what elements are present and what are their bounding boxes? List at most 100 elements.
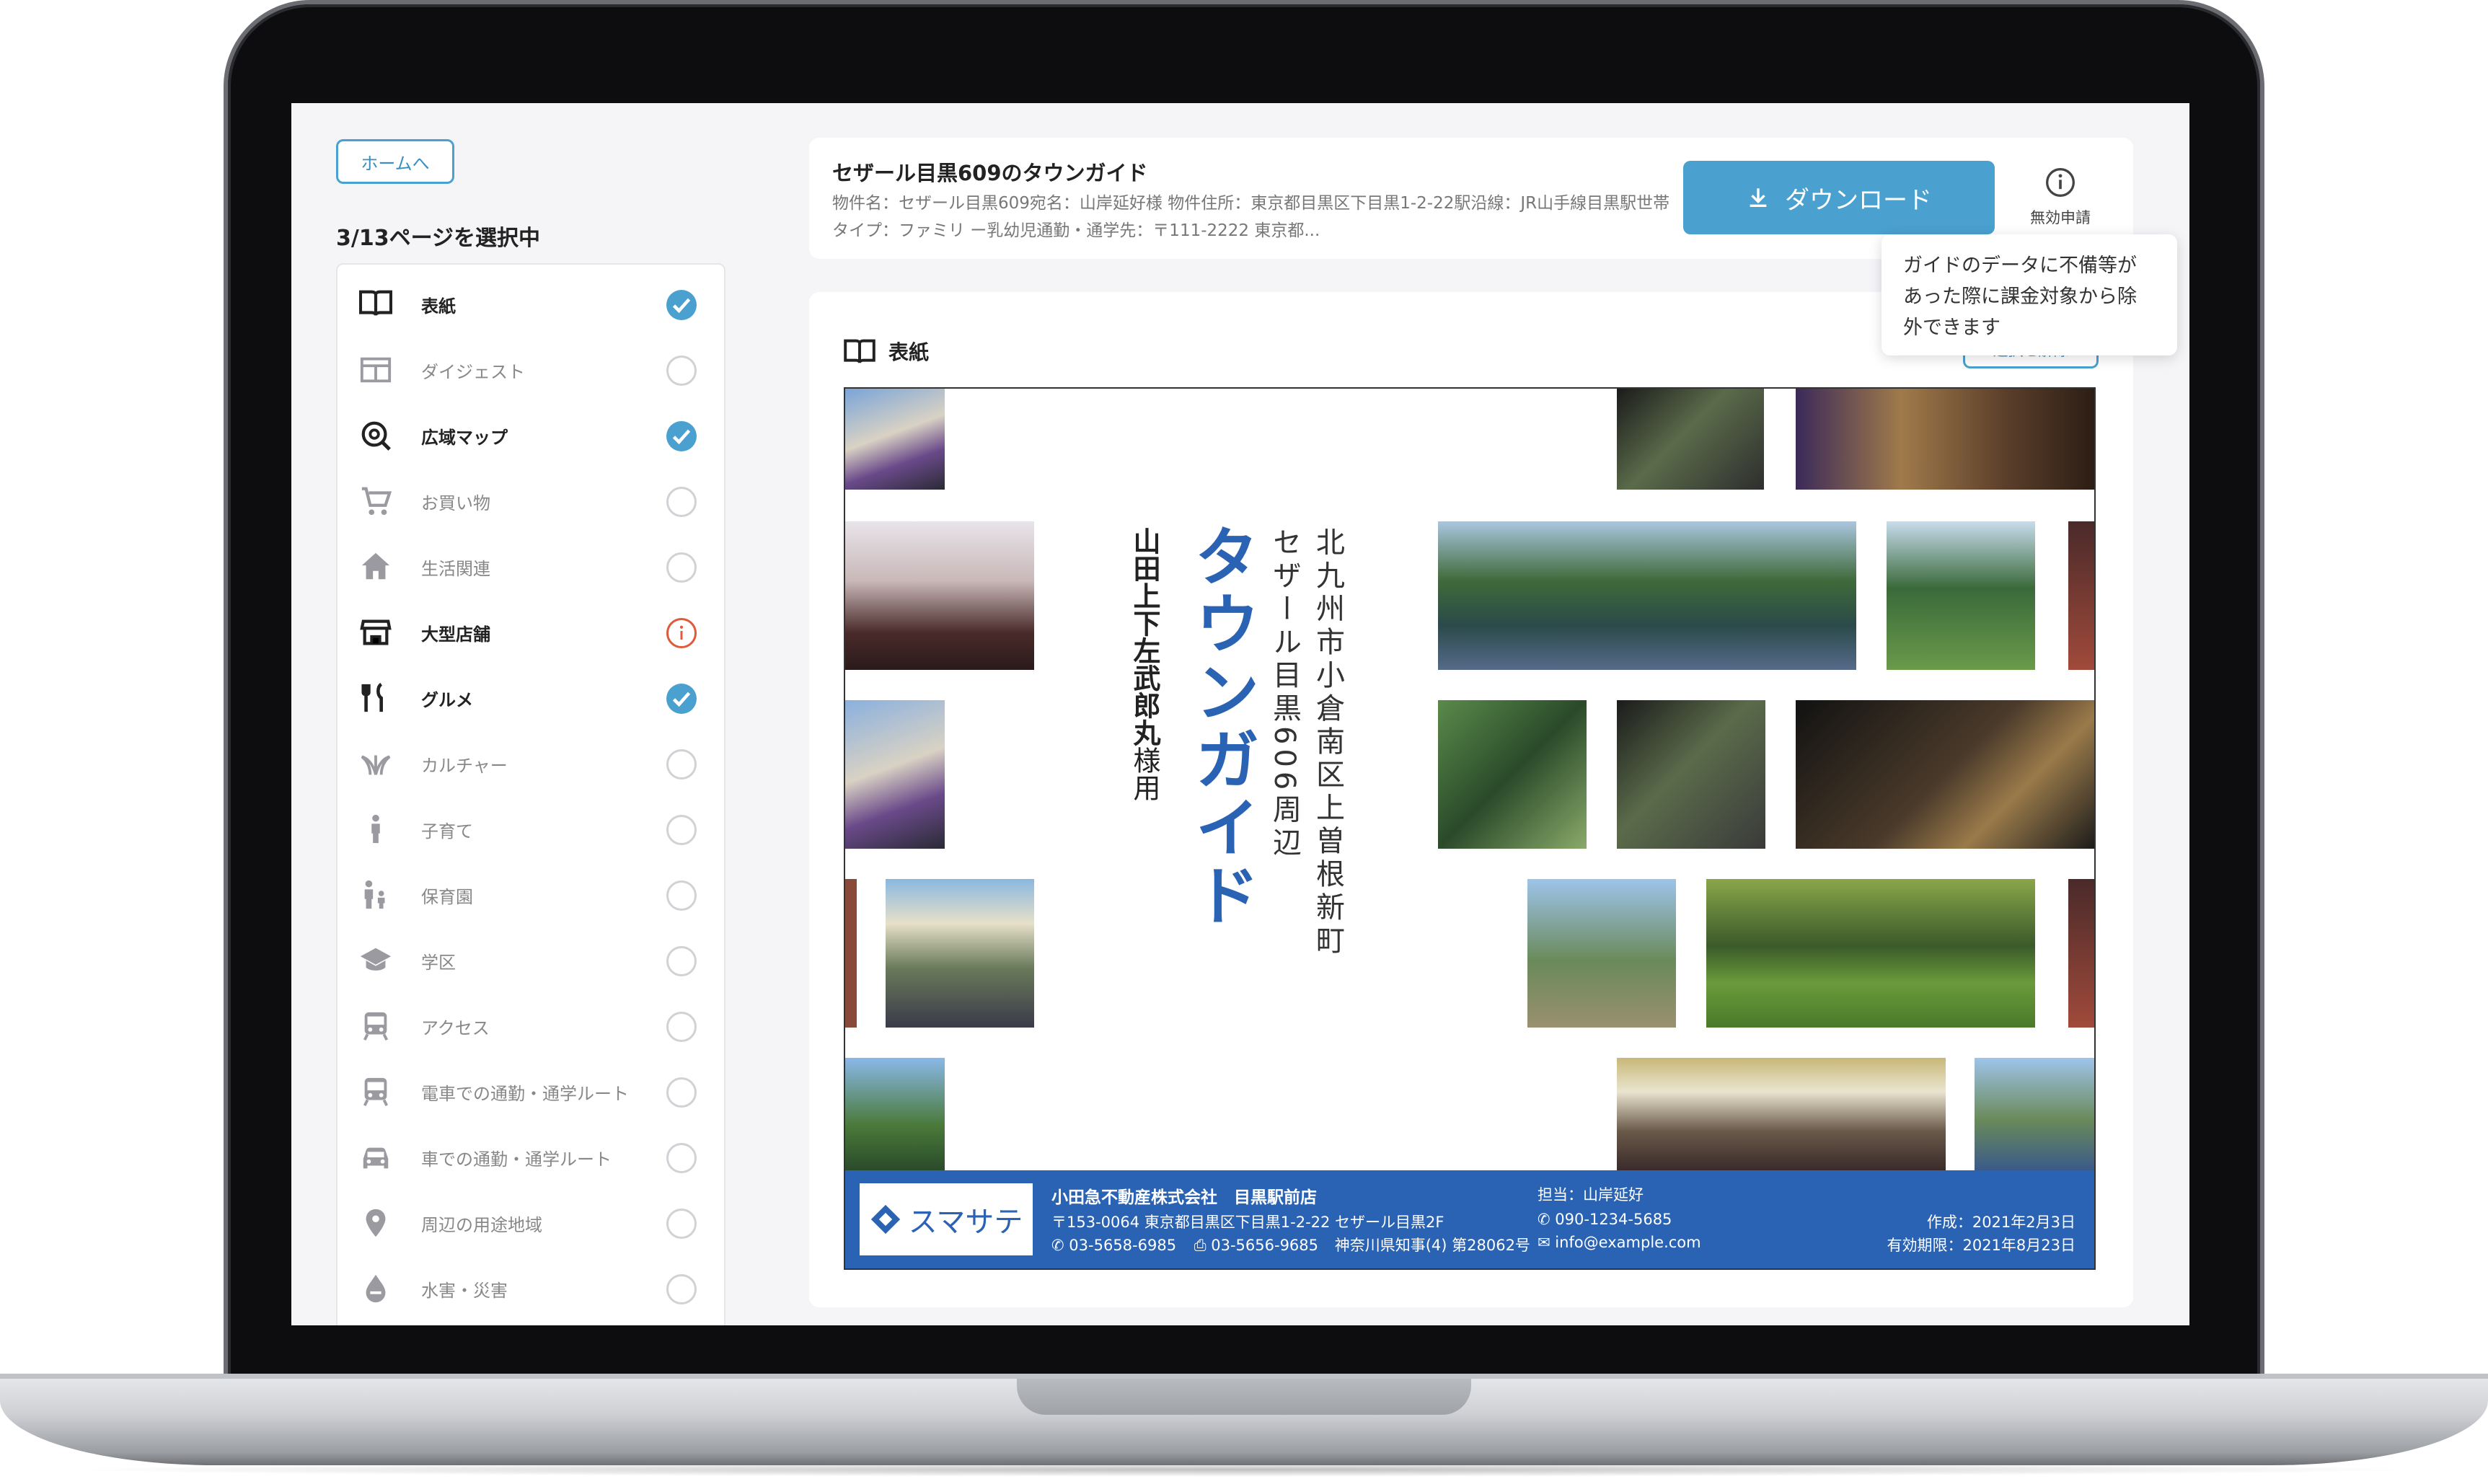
page-preview-card: 表紙 選択を解除 北九州市小倉南区上曽根新町 セザ <box>809 292 2133 1307</box>
photo-edge-2 <box>845 879 857 1028</box>
page-item-label: 水害・災害 <box>421 1281 508 1301</box>
page-item-label: アクセス <box>421 1018 490 1038</box>
page-item[interactable]: 車での通勤・通学ルート <box>338 1123 727 1189</box>
guide-details: 物件名：セザール目黒609宛名：山岸延好様 物件住所：東京都目黒区下目黒1-2-… <box>832 194 1670 240</box>
photo-festival-crowd <box>845 521 1034 670</box>
company-tel: 03-5658-6985 <box>1069 1237 1177 1254</box>
page-item[interactable]: 水害・災害 <box>338 1255 727 1320</box>
page-item[interactable]: 生活関連 <box>338 533 727 599</box>
created-date: 作成：2021年2月3日 <box>1926 1214 2075 1231</box>
photo-building-night <box>1796 700 2094 849</box>
staff-name: 担当：山岸延好 <box>1538 1186 1644 1203</box>
cover-title: タウンガイド <box>1183 523 1259 929</box>
invalid-request-button[interactable]: 無効申請 <box>2021 167 2100 228</box>
page-item[interactable]: アクセス <box>338 992 727 1058</box>
unchecked-icon[interactable] <box>666 487 697 517</box>
unchecked-icon[interactable] <box>666 749 697 779</box>
cover-addressee-suffix: 様用 <box>1129 746 1160 801</box>
warning-icon[interactable] <box>666 618 697 648</box>
staff-mobile: 090-1234-5685 <box>1555 1211 1672 1228</box>
staff-email-row: ✉ info@example.com <box>1538 1234 1701 1251</box>
checked-icon[interactable] <box>666 421 697 451</box>
photo-edge-3 <box>2068 879 2094 1028</box>
invalid-request-tooltip: ガイドのデータに不備等があった際に課金対象から除外できます <box>1882 234 2177 355</box>
page-item-label: 子育て <box>421 821 473 842</box>
company-fax: 03-5656-9685 <box>1211 1237 1319 1254</box>
page-item[interactable]: グルメ <box>338 664 727 730</box>
page-item-label: 電車での通勤・通学ルート <box>421 1084 629 1104</box>
home-button[interactable]: ホームへ <box>336 139 454 184</box>
page-item[interactable]: 学区 <box>338 927 727 992</box>
page-item[interactable]: お買い物 <box>338 467 727 533</box>
company-name: 小田急不動産株式会社 目黒駅前店 <box>1051 1188 1317 1207</box>
page-item[interactable]: 広域マップ <box>338 402 727 467</box>
restaurant-icon <box>361 682 383 712</box>
selection-count: 3/13ページを選択中 <box>336 226 540 251</box>
page-item-label: 生活関連 <box>421 559 490 579</box>
staff-mobile-row: ✆ 090-1234-5685 <box>1538 1211 1672 1228</box>
unchecked-icon[interactable] <box>666 1274 697 1304</box>
unchecked-icon[interactable] <box>666 1077 697 1108</box>
page-item-label: 車での通勤・通学ルート <box>421 1149 612 1170</box>
child-icon <box>371 814 380 844</box>
photo-park <box>1887 521 2035 670</box>
download-icon <box>1750 188 1767 208</box>
page-item-label: 広域マップ <box>421 428 508 448</box>
page-item-label: 保育園 <box>421 887 473 907</box>
page-item[interactable]: 周辺の用途地域 <box>338 1189 727 1255</box>
cover-property: セザール目黒606周辺 <box>1268 527 1301 861</box>
unchecked-icon[interactable] <box>666 355 697 386</box>
photo-beer-street <box>1617 1058 1946 1170</box>
info-icon <box>2046 168 2075 197</box>
unchecked-icon[interactable] <box>666 552 697 583</box>
page-list: 表紙ダイジェスト広域マップお買い物生活関連大型店舗 グルメ カルチャー子育て保育園学… <box>336 263 725 1325</box>
unchecked-icon[interactable] <box>666 1209 697 1239</box>
unchecked-icon[interactable] <box>666 946 697 976</box>
checked-icon[interactable] <box>666 290 697 320</box>
book-icon <box>359 290 392 316</box>
page-item-label: 表紙 <box>421 296 456 317</box>
page-item[interactable]: 大型店舗 <box>338 599 727 664</box>
photo-edge-1 <box>2068 521 2094 670</box>
photo-street-night <box>1617 389 1764 490</box>
unchecked-icon[interactable] <box>666 815 697 845</box>
cover-location: 北九州市小倉南区上曽根新町 <box>1311 527 1344 958</box>
drop-icon <box>366 1274 386 1303</box>
page-item[interactable]: ダイジェスト <box>338 336 727 402</box>
photo-festival-2 <box>845 700 945 849</box>
expiry-date: 有効期限：2021年8月23日 <box>1887 1237 2075 1254</box>
unchecked-icon[interactable] <box>666 880 697 911</box>
mobile-icon: ✆ <box>1538 1211 1550 1228</box>
unchecked-icon[interactable] <box>666 1012 697 1042</box>
photo-trees <box>845 1058 945 1170</box>
photo-beer-festival <box>886 879 1034 1028</box>
download-label: ダウンロード <box>1785 185 1932 215</box>
cover-addressee-name: 山田上下左武郎丸 <box>1129 527 1160 746</box>
mail-icon: ✉ <box>1538 1234 1550 1251</box>
company-address: 〒153-0064 東京都目黒区下目黒1-2-22 セザール目黒2F <box>1051 1214 1444 1231</box>
photo-festival <box>845 389 945 490</box>
photo-shopfront <box>1796 389 2094 490</box>
photo-plaza <box>1975 1058 2094 1170</box>
family-icon <box>364 880 385 909</box>
checked-icon[interactable] <box>666 684 697 714</box>
page-item-label: 学区 <box>421 953 456 973</box>
map-search-icon <box>361 421 391 451</box>
page-item[interactable]: 子育て <box>338 795 727 861</box>
photo-alley <box>1617 700 1765 849</box>
page-item[interactable]: 表紙 <box>338 270 727 336</box>
company-license: 神奈川県知事(4) 第28062号 <box>1334 1237 1530 1254</box>
invalid-request-label: 無効申請 <box>2030 209 2091 226</box>
page-item[interactable]: 保育園 <box>338 861 727 927</box>
page-item[interactable]: カルチャー <box>338 730 727 795</box>
company-phone: ✆ 03-5658-6985 ⎙ 03-5656-9685 神奈川県知事(4) … <box>1051 1234 1530 1255</box>
unchecked-icon[interactable] <box>666 1143 697 1173</box>
page-item[interactable]: 電車での通勤・通学ルート <box>338 1058 727 1123</box>
school-icon <box>360 948 392 971</box>
store-icon <box>360 619 392 645</box>
cover-footer: スマサテ 小田急不動産株式会社 目黒駅前店 〒153-0064 東京都目黒区下目… <box>845 1170 2094 1268</box>
download-button[interactable]: ダウンロード <box>1683 161 1995 234</box>
photo-garden <box>1438 700 1587 849</box>
page-item-label: お買い物 <box>421 493 490 513</box>
car-icon <box>363 1147 389 1169</box>
